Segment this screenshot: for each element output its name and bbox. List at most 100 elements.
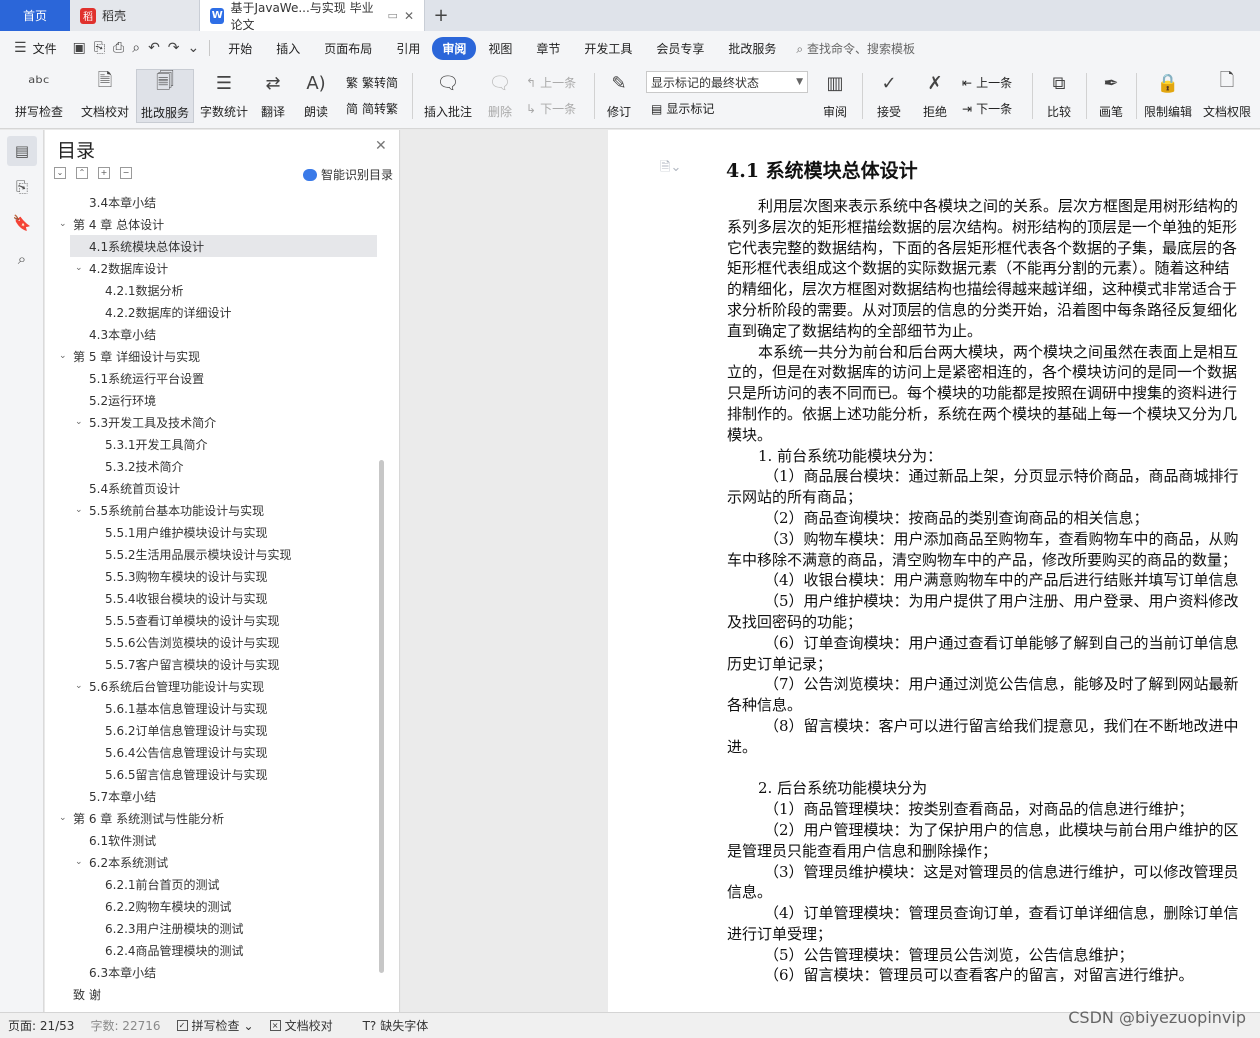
compare-button[interactable]: ⧉ 比较 — [1038, 69, 1080, 123]
reject-button[interactable]: ✗ 拒绝 — [914, 69, 956, 123]
chevron-down-icon[interactable]: ⌄ — [75, 505, 87, 515]
to-traditional-button[interactable]: 繁 繁转简 — [346, 74, 398, 91]
redo-icon[interactable]: ↷ — [164, 40, 184, 56]
prev-comment-button[interactable]: ↰ 上一条 — [526, 74, 576, 91]
menu-section[interactable]: 章节 — [524, 40, 572, 57]
toc-item[interactable]: 4.3本章小结 — [45, 323, 385, 345]
tab-home[interactable]: 首页 — [0, 0, 70, 31]
delete-comment-button[interactable]: 🗨 删除 — [480, 69, 520, 123]
document-body[interactable]: 利用层次图来表示系统中各模块之间的关系。层次方框图是用树形结构的 系列多层次的矩形… — [727, 196, 1260, 986]
print-preview-icon[interactable]: ⌕ — [128, 40, 144, 56]
command-search[interactable]: ⌕ 查找命令、搜索模板 — [796, 40, 915, 57]
bookmark-icon[interactable]: 🔖 — [7, 208, 37, 238]
status-missing-font[interactable]: T? 缺失字体 — [355, 1017, 437, 1034]
to-simplified-button[interactable]: 简 简转繁 — [346, 100, 398, 117]
status-spell-check[interactable]: ✓ 拼写检查 ⌄ — [169, 1017, 262, 1034]
insert-comment-button[interactable]: 🗨 插入批注 — [420, 69, 476, 123]
hamburger-icon[interactable]: ☰ — [10, 40, 31, 56]
chevron-down-icon[interactable]: ⌄ — [75, 417, 87, 427]
toc-item[interactable]: 5.5.1用户维护模块设计与实现 — [45, 521, 385, 543]
toc-item[interactable]: 4.2.1数据分析 — [45, 279, 385, 301]
tab-close-icon[interactable]: ✕ — [404, 9, 414, 23]
toc-item[interactable]: 5.2运行环境 — [45, 389, 385, 411]
remove-heading-icon[interactable]: − — [120, 167, 132, 179]
restrict-edit-button[interactable]: 🔒 限制编辑 — [1140, 69, 1196, 123]
toc-item[interactable]: 6.2.1前台首页的测试 — [45, 873, 385, 895]
chevron-down-icon[interactable]: ⌄ — [59, 813, 71, 823]
toc-item[interactable]: 6.2.2购物车模块的测试 — [45, 895, 385, 917]
word-count-button[interactable]: ☰ 字数统计 — [196, 69, 252, 123]
toc-panel-icon[interactable]: ▤ — [7, 136, 37, 166]
read-aloud-button[interactable]: A) 朗读 — [298, 69, 334, 123]
toc-item[interactable]: 6.2.3用户注册模块的测试 — [45, 917, 385, 939]
toc-item[interactable]: 3.4本章小结 — [45, 191, 385, 213]
toc-item[interactable]: ⌄ 第 5 章 详细设计与实现 — [45, 345, 385, 367]
toc-item[interactable]: 5.5.4收银台模块的设计与实现 — [45, 587, 385, 609]
show-markup-button[interactable]: ▤ 显示标记 — [651, 100, 714, 117]
find-icon[interactable]: ⌕ — [7, 244, 37, 274]
menu-insert[interactable]: 插入 — [264, 40, 312, 57]
toc-item[interactable]: 5.7本章小结 — [45, 785, 385, 807]
toc-item[interactable]: 5.6.2订单信息管理设计与实现 — [45, 719, 385, 741]
doc-permission-button[interactable]: 🗋 文档权限 — [1198, 69, 1256, 123]
print-icon[interactable]: ⎙ — [109, 40, 128, 56]
menu-start[interactable]: 开始 — [216, 40, 264, 57]
chevron-down-icon[interactable]: ⌄ — [75, 857, 87, 867]
toc-item[interactable]: 6.1软件测试 — [45, 829, 385, 851]
review-service-button[interactable]: 🗐 批改服务 — [136, 69, 194, 123]
menu-page-layout[interactable]: 页面布局 — [312, 40, 384, 57]
expand-all-icon[interactable]: ⌃ — [76, 167, 88, 179]
add-heading-icon[interactable]: + — [98, 167, 110, 179]
toc-item[interactable]: 5.5.6公告浏览模块的设计与实现 — [45, 631, 385, 653]
toc-item[interactable]: ⌄ 第 6 章 系统测试与性能分析 — [45, 807, 385, 829]
menu-references[interactable]: 引用 — [384, 40, 432, 57]
collapse-all-icon[interactable]: ⌄ — [54, 167, 66, 179]
spell-check-button[interactable]: ᵃᵇᶜ 拼写检查 — [8, 69, 70, 123]
menu-developer[interactable]: 开发工具 — [572, 40, 644, 57]
toc-item[interactable]: 5.6.4公告信息管理设计与实现 — [45, 741, 385, 763]
new-tab-button[interactable]: + — [425, 0, 457, 31]
toc-item[interactable]: 致 谢 — [45, 983, 385, 1005]
chevron-down-icon[interactable]: ⌄ — [59, 351, 71, 361]
review-pane-button[interactable]: ▥ 审阅 — [814, 69, 856, 123]
track-changes-button[interactable]: ✎ 修订 — [600, 69, 638, 123]
chevron-down-icon[interactable]: ⌄ — [75, 263, 87, 273]
save-icon[interactable]: ▣ — [69, 40, 90, 56]
tab-daoke[interactable]: 稻 稻壳 — [70, 0, 200, 31]
toc-item[interactable]: 5.6.5留言信息管理设计与实现 — [45, 763, 385, 785]
toc-item[interactable]: 4.1系统模块总体设计 — [70, 235, 377, 257]
menu-member[interactable]: 会员专享 — [644, 40, 716, 57]
tab-pin-icon[interactable]: ▭ — [388, 9, 398, 22]
prev-change-button[interactable]: ⇤ 上一条 — [962, 74, 1012, 91]
toc-item[interactable]: 5.1系统运行平台设置 — [45, 367, 385, 389]
pen-button[interactable]: ✒ 画笔 — [1092, 69, 1130, 123]
toc-item[interactable]: 5.5.3购物车模块的设计与实现 — [45, 565, 385, 587]
next-change-button[interactable]: ⇥ 下一条 — [962, 100, 1012, 117]
menu-review[interactable]: 审阅 — [432, 36, 477, 60]
toc-item[interactable]: ⌄ 第 4 章 总体设计 — [45, 213, 385, 235]
chevron-down-icon[interactable]: ⌄ — [59, 219, 71, 229]
translate-button[interactable]: ⇄ 翻译 — [254, 69, 292, 123]
menu-view[interactable]: 视图 — [476, 40, 524, 57]
toc-item[interactable]: 5.3.2技术简介 — [45, 455, 385, 477]
toc-item[interactable]: ⌄ 6.2本系统测试 — [45, 851, 385, 873]
page-indicator[interactable]: 页面: 21/53 — [0, 1017, 82, 1034]
toc-scrollbar[interactable] — [379, 460, 384, 973]
next-comment-button[interactable]: ↳ 下一条 — [526, 100, 576, 117]
menu-file[interactable]: 文件 — [31, 40, 69, 57]
toc-item[interactable]: ⌄ 4.2数据库设计 — [45, 257, 385, 279]
toc-item[interactable]: ⌄ 5.5系统前台基本功能设计与实现 — [45, 499, 385, 521]
page-options-icon[interactable]: 🗎⌄ — [660, 158, 681, 180]
toc-item[interactable]: ⌄ 5.3开发工具及技术简介 — [45, 411, 385, 433]
markup-state-select[interactable]: 显示标记的最终状态 ▼ — [646, 71, 808, 93]
chapter-nav-icon[interactable]: ⎘ — [7, 172, 37, 202]
more-chevron-icon[interactable]: ⌄ — [184, 40, 204, 56]
menu-correction[interactable]: 批改服务 — [716, 40, 788, 57]
toc-item[interactable]: 6.3本章小结 — [45, 961, 385, 983]
toc-item[interactable]: 5.3.1开发工具简介 — [45, 433, 385, 455]
doc-proof-button[interactable]: 🗎 文档校对 — [76, 69, 134, 123]
toc-item[interactable]: 5.6.1基本信息管理设计与实现 — [45, 697, 385, 719]
chevron-down-icon[interactable]: ⌄ — [75, 681, 87, 691]
export-pdf-icon[interactable]: ⎘ — [90, 40, 109, 56]
toc-item[interactable]: 5.5.5查看订单模块的设计与实现 — [45, 609, 385, 631]
